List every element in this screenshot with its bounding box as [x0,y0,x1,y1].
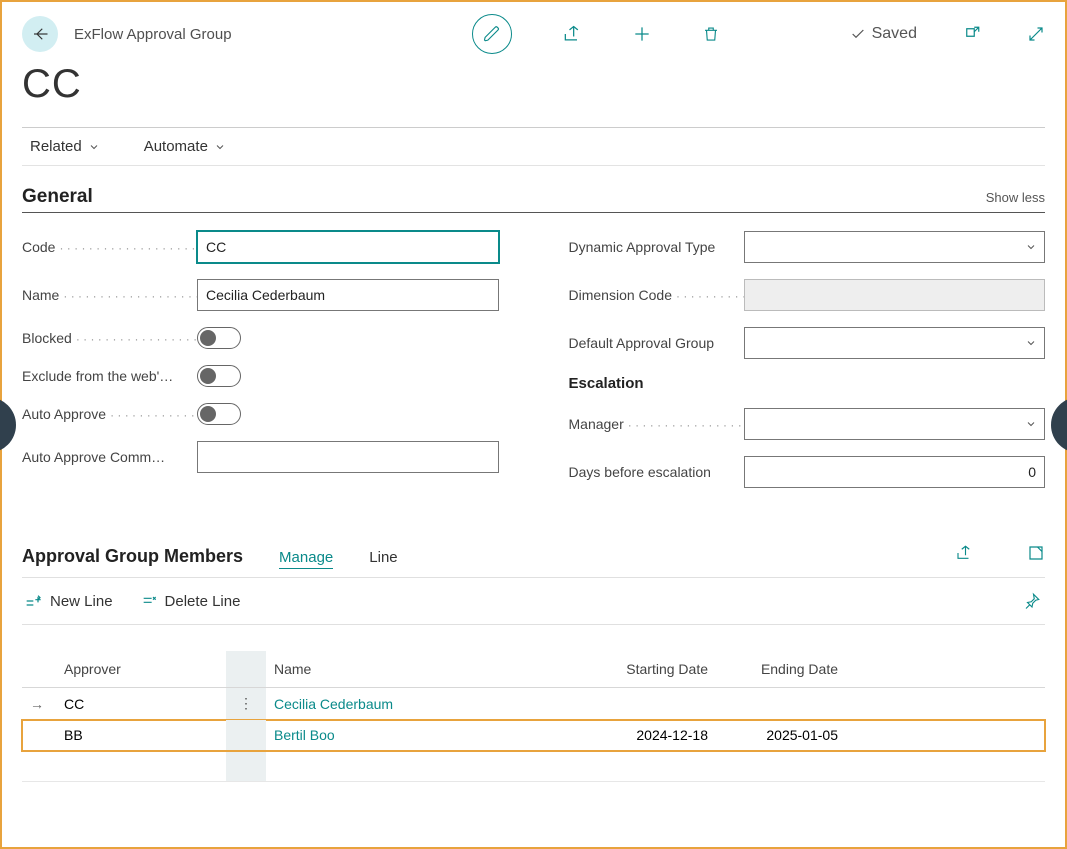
label-code: Code [22,239,197,255]
expand-button[interactable] [1027,25,1045,43]
share-icon [562,24,582,44]
popout-icon [963,25,981,43]
table-row-empty[interactable] [22,751,1045,782]
plus-icon [632,24,652,44]
saved-status: Saved [850,25,917,43]
label-manager: Manager [569,416,744,432]
share-button[interactable] [562,24,582,44]
pin-button[interactable] [1023,592,1041,610]
pin-icon [1023,592,1041,610]
auto-approve-toggle[interactable] [197,403,241,425]
show-less-link[interactable]: Show less [986,190,1045,205]
label-dim-code: Dimension Code [569,287,744,303]
members-table: Approver Name Starting Date Ending Date … [22,651,1045,782]
action-menubar: Related Automate [22,127,1045,166]
table-row[interactable]: →CC⋮Cecilia Cederbaum [22,688,1045,720]
col-start[interactable]: Starting Date [586,651,716,688]
tab-manage[interactable]: Manage [279,549,333,569]
dim-code-input [744,279,1046,311]
cell-start [586,688,716,720]
expand-icon [1027,25,1045,43]
label-auto-approve-comm: Auto Approve Comm… [22,449,197,465]
new-line-icon [26,593,42,609]
label-blocked: Blocked [22,330,197,346]
delete-line-icon [141,593,157,609]
def-group-select[interactable] [744,327,1046,359]
general-heading: General [22,186,93,208]
cell-end: 2025-01-05 [716,720,846,751]
share-icon [955,544,973,562]
page-title: CC [22,62,1045,107]
days-before-input[interactable] [744,456,1046,488]
escalation-subheading: Escalation [569,375,644,392]
col-name[interactable]: Name [266,651,586,688]
chevron-down-icon [214,141,226,153]
new-line-button[interactable]: New Line [26,593,113,610]
label-days-before: Days before escalation [569,464,744,480]
arrow-left-icon [31,25,49,43]
members-heading: Approval Group Members [22,546,243,567]
label-exclude: Exclude from the web'… [22,368,197,384]
cell-start: 2024-12-18 [586,720,716,751]
tab-line[interactable]: Line [369,549,397,566]
chevron-down-icon [88,141,100,153]
label-name: Name [22,287,197,303]
row-menu-button[interactable]: ⋮ [226,688,266,720]
manager-select[interactable] [744,408,1046,440]
col-approver[interactable]: Approver [56,651,226,688]
edit-button[interactable] [472,14,512,54]
label-auto-approve: Auto Approve [22,406,197,422]
blocked-toggle[interactable] [197,327,241,349]
check-icon [850,26,866,42]
delete-line-button[interactable]: Delete Line [141,593,241,610]
popout-button[interactable] [963,25,981,43]
auto-approve-comm-input[interactable] [197,441,499,473]
module-title: ExFlow Approval Group [74,26,232,43]
col-end[interactable]: Ending Date [716,651,846,688]
cell-name[interactable]: Bertil Boo [266,720,586,751]
cell-name[interactable]: Cecilia Cederbaum [266,688,586,720]
menu-automate[interactable]: Automate [136,138,226,155]
table-row[interactable]: BB Bertil Boo2024-12-182025-01-05 [22,720,1045,751]
label-def-group: Default Approval Group [569,335,744,351]
name-input[interactable] [197,279,499,311]
members-share-button[interactable] [955,544,973,562]
code-input[interactable] [197,231,499,263]
trash-icon [702,24,720,44]
cell-end [716,688,846,720]
delete-button[interactable] [702,24,720,44]
menu-related[interactable]: Related [22,138,100,155]
cell-approver[interactable]: BB [56,720,226,751]
row-menu-button[interactable] [226,720,266,751]
back-button[interactable] [22,16,58,52]
exclude-toggle[interactable] [197,365,241,387]
label-dyn-type: Dynamic Approval Type [569,239,744,255]
cell-approver[interactable]: CC [56,688,226,720]
members-popout-button[interactable] [1027,544,1045,562]
new-button[interactable] [632,24,652,44]
dyn-type-select[interactable] [744,231,1046,263]
pencil-icon [483,25,501,43]
popout-icon [1027,544,1045,562]
